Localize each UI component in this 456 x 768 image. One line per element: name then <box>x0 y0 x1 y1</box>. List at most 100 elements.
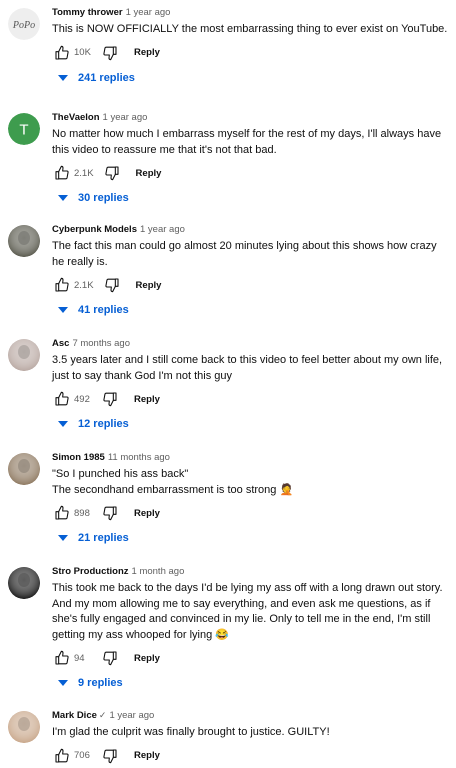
comment-body: Cyberpunk Models 1 year ago The fact this … <box>52 223 448 316</box>
comment-body: Simon 1985 11 months ago "So I punched his… <box>52 451 448 544</box>
author-name[interactable]: Simon 1985 <box>52 452 105 463</box>
comment-actions: 492 Reply <box>52 389 448 409</box>
comment-actions: 10K Reply <box>52 43 448 63</box>
thumb-down-icon[interactable] <box>100 503 120 523</box>
checkmark-icon: ✓ <box>98 710 107 720</box>
author-name[interactable]: Mark Dice <box>52 710 97 721</box>
comment-meta: Mark Dice ✓ 1 year ago <box>52 709 448 722</box>
author-name[interactable]: Cyberpunk Models <box>52 224 137 235</box>
triangle-down-icon <box>58 535 68 541</box>
thumb-down-icon[interactable] <box>100 746 120 766</box>
comment-text-line: she's fully engaged and convinced in my … <box>52 613 431 625</box>
avatar[interactable] <box>8 225 40 257</box>
reply-button[interactable]: Reply <box>134 47 160 58</box>
author-name[interactable]: Asc <box>52 338 69 349</box>
thumb-up-icon[interactable] <box>52 746 72 766</box>
comment-actions: 94 Reply <box>52 648 448 668</box>
comment-text-line: just to say thank God I'm not this guy <box>52 369 233 382</box>
comment-text: The fact this man could go almost 20 min… <box>52 239 448 270</box>
replies-label: 9 replies <box>78 677 123 689</box>
svg-text:PoPo: PoPo <box>12 20 35 31</box>
thumb-down-icon[interactable] <box>100 648 120 668</box>
comment-body: TheVaelon 1 year ago No matter how much I … <box>52 111 448 204</box>
comment-body: Stro Productionz 1 month ago This took me … <box>52 565 448 689</box>
comment-meta: Simon 1985 11 months ago <box>52 451 448 464</box>
comment-meta: Stro Productionz 1 month ago <box>52 565 448 578</box>
comment-time[interactable]: 1 year ago <box>140 224 185 235</box>
thumb-down-icon[interactable] <box>102 275 122 295</box>
thumb-up-icon[interactable] <box>52 163 72 183</box>
like-count: 706 <box>74 750 90 761</box>
thumb-up-icon[interactable] <box>52 503 72 523</box>
avatar[interactable] <box>8 453 40 485</box>
reply-button[interactable]: Reply <box>134 653 160 664</box>
comment-text-line: getting my ass whooped for lying 😂 <box>52 628 229 641</box>
triangle-down-icon <box>58 680 68 686</box>
comment-text-line: this video to reassure me that it's not … <box>52 143 277 156</box>
comment-time[interactable]: 11 months ago <box>108 452 170 463</box>
comment-time[interactable]: 1 year ago <box>109 710 154 721</box>
like-count: 94 <box>74 652 85 664</box>
comment-text-line: I'm glad the culprit was finally brought… <box>52 726 330 738</box>
reply-button[interactable]: Reply <box>136 168 162 179</box>
view-replies-button[interactable]: 41 replies <box>52 304 448 316</box>
comment-text: 3.5 years later and I still come back to… <box>52 353 448 384</box>
comment-actions: 2.1K Reply <box>52 163 448 183</box>
triangle-down-icon <box>58 74 68 81</box>
comment-actions: 898 Reply <box>52 503 448 523</box>
comment-text-line: This took me back to the days I'd be lyi… <box>52 582 443 594</box>
comment-text: I'm glad the culprit was finally brought… <box>52 725 448 741</box>
thumb-up-icon[interactable] <box>52 648 72 668</box>
view-replies-button[interactable]: 12 replies <box>52 418 448 430</box>
author-name[interactable]: TheVaelon <box>52 112 100 123</box>
comment-text: This is NOW OFFICIALLY the most embarras… <box>52 22 448 38</box>
svg-text:T: T <box>19 122 28 139</box>
comment-text-line: The secondhand embarrassment is too stro… <box>52 483 294 496</box>
thumb-down-icon[interactable] <box>102 163 122 183</box>
like-count: 2.1K <box>74 279 94 291</box>
comment-meta: Tommy thrower 1 year ago <box>52 6 448 19</box>
author-name[interactable]: Stro Productionz <box>52 566 129 577</box>
avatar[interactable] <box>8 567 40 599</box>
comment-body: Tommy thrower 1 year ago This is NOW OFFIC… <box>52 6 448 84</box>
view-replies-button[interactable]: 21 replies <box>52 532 448 544</box>
comment-time[interactable]: 1 month ago <box>132 566 185 577</box>
comment-time[interactable]: 7 months ago <box>72 338 130 349</box>
comment-time[interactable]: 1 year ago <box>103 112 148 123</box>
comment-meta: TheVaelon 1 year ago <box>52 111 448 124</box>
triangle-down-icon <box>58 307 68 313</box>
avatar[interactable] <box>8 339 40 371</box>
comment-meta: Asc 7 months ago <box>52 337 448 350</box>
thumb-up-icon[interactable] <box>52 389 72 409</box>
thumb-down-icon[interactable] <box>100 43 120 63</box>
like-count: 898 <box>74 507 90 519</box>
replies-label: 30 replies <box>78 192 129 204</box>
reply-button[interactable]: Reply <box>134 394 160 405</box>
view-replies-button[interactable]: 30 replies <box>52 192 448 204</box>
comment-actions: 706 Reply <box>52 746 448 766</box>
avatar[interactable]: PoPo <box>8 8 40 40</box>
reply-button[interactable]: Reply <box>134 508 160 519</box>
view-replies-button[interactable]: 9 replies <box>52 677 448 689</box>
comment-text-line: No matter how much I embarrass myself fo… <box>52 128 442 140</box>
triangle-down-icon <box>58 421 68 427</box>
like-count: 10K <box>74 47 91 58</box>
reply-button[interactable]: Reply <box>134 750 160 761</box>
comment-time[interactable]: 1 year ago <box>126 7 171 18</box>
avatar[interactable]: T <box>8 113 40 145</box>
comment-text-line: 3.5 years later and I still come back to… <box>52 354 443 366</box>
replies-label: 21 replies <box>78 532 129 544</box>
author-name[interactable]: Tommy thrower <box>52 7 123 18</box>
view-replies-button[interactable]: 241 replies <box>52 72 448 84</box>
thumb-up-icon[interactable] <box>52 43 72 63</box>
like-count: 2.1K <box>74 167 94 179</box>
comment-text: This took me back to the days I'd be lyi… <box>52 581 448 643</box>
thumb-up-icon[interactable] <box>52 275 72 295</box>
comment-actions: 2.1K Reply <box>52 275 448 295</box>
comment-text-line: This is NOW OFFICIALLY the most embarras… <box>52 23 448 35</box>
thumb-down-icon[interactable] <box>100 389 120 409</box>
avatar[interactable] <box>8 711 40 743</box>
replies-label: 12 replies <box>78 418 129 430</box>
like-count: 492 <box>74 393 90 405</box>
reply-button[interactable]: Reply <box>136 280 162 291</box>
